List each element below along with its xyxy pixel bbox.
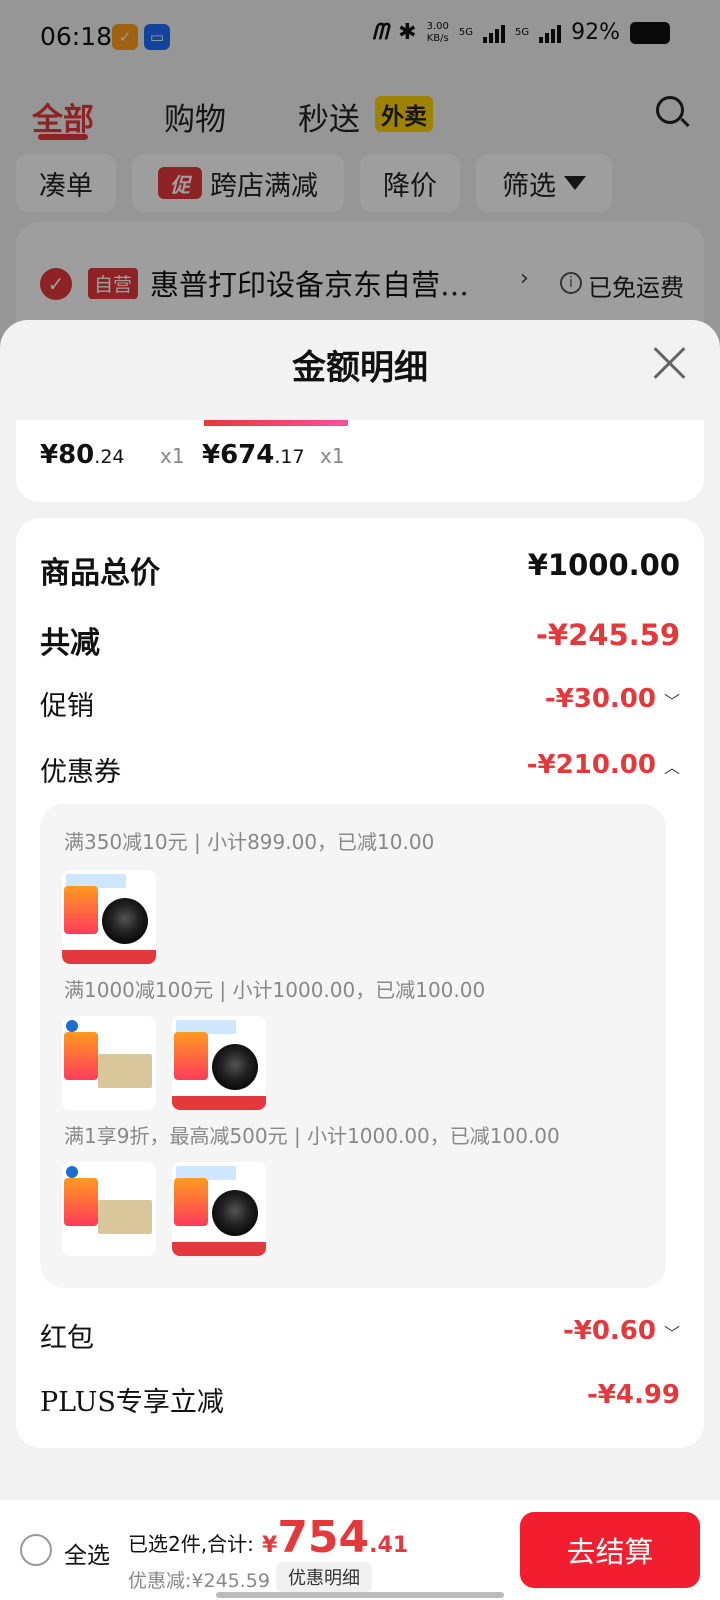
coupon-line: 满350减10元 | 小计899.00，已减10.00 <box>64 830 435 854</box>
promo-tag-icon <box>64 886 98 934</box>
promo-label: 促销 <box>40 691 94 722</box>
lens-image <box>212 1044 258 1090</box>
item-price: ¥80.24 <box>40 440 125 470</box>
item-price-int: ¥80 <box>40 440 95 470</box>
row-total: 商品总价 ¥1000.00 <box>40 548 680 592</box>
plus-label: PLUS专享立减 <box>40 1387 224 1418</box>
lens-image <box>212 1190 258 1236</box>
coupon-details-box: 满350减10元 | 小计899.00，已减10.00 满1000减100元 |… <box>40 804 666 1288</box>
product-thumbnail-lens <box>62 870 156 964</box>
coupon-label: 优惠券 <box>40 757 121 788</box>
chevron-down-icon[interactable]: ﹀ <box>664 688 680 712</box>
product-thumbnail-printer <box>62 1016 156 1110</box>
chevron-up-icon[interactable]: ︿ <box>664 754 680 778</box>
item-price-dec: .17 <box>274 446 305 468</box>
item-price: ¥674.17 <box>202 440 305 470</box>
hongbao-label: 红包 <box>40 1323 94 1354</box>
item-price-int: ¥674 <box>202 440 275 470</box>
product-thumbnail-printer <box>62 1162 156 1256</box>
home-indicator[interactable] <box>216 1592 504 1598</box>
thumb-banner <box>172 1242 266 1256</box>
row-hongbao[interactable]: 红包 -¥0.60 ﹀ <box>40 1316 680 1360</box>
hp-logo-icon <box>66 1020 78 1032</box>
promo-value: -¥30.00 <box>544 684 656 714</box>
item-price-dec: .24 <box>94 446 125 468</box>
item-qty: x1 <box>320 444 345 468</box>
item-promo-strip <box>204 420 348 426</box>
item-qty: x1 <box>160 444 185 468</box>
row-promo[interactable]: 促销 -¥30.00 ﹀ <box>40 684 680 728</box>
printer-box-image <box>98 1200 152 1234</box>
thumb-banner <box>62 950 156 964</box>
promo-tag-icon <box>64 1178 98 1226</box>
select-all-label[interactable]: 全选 <box>64 1536 110 1570</box>
promo-value-wrap: -¥30.00 ﹀ <box>545 684 680 714</box>
discount-detail-button[interactable]: 优惠明细 <box>276 1562 372 1592</box>
items-card: ¥80.24 x1 ¥674.17 x1 <box>16 420 704 502</box>
plus-value: -¥4.99 <box>586 1380 680 1410</box>
checkout-bar: 全选 已选2件,合计: ¥754.41 优惠减:¥245.59 优惠明细 去结算 <box>0 1500 720 1600</box>
row-plus: PLUS专享立减 -¥4.99 <box>40 1380 680 1424</box>
total-label: 商品总价 <box>40 556 160 591</box>
total-int: 754 <box>277 1512 370 1563</box>
row-coupon[interactable]: 优惠券 -¥210.00 ︿ <box>40 750 680 794</box>
total-yen: ¥ <box>262 1533 278 1558</box>
reduce-value: -¥245.59 <box>535 618 680 652</box>
close-icon[interactable] <box>652 344 688 380</box>
thumb-banner <box>172 1096 266 1110</box>
product-thumbnail-lens <box>172 1016 266 1110</box>
select-all-checkbox[interactable] <box>20 1534 52 1566</box>
hongbao-value-wrap: -¥0.60 ﹀ <box>563 1316 680 1346</box>
coupon-value: -¥210.00 <box>526 750 656 780</box>
checkout-button[interactable]: 去结算 <box>520 1512 700 1588</box>
discount-summary: 优惠减:¥245.59 <box>128 1570 270 1592</box>
printer-box-image <box>98 1054 152 1088</box>
coupon-line: 满1000减100元 | 小计1000.00，已减100.00 <box>64 978 486 1002</box>
promo-tag-icon <box>174 1032 208 1080</box>
amount-detail-card: 商品总价 ¥1000.00 共减 -¥245.59 促销 -¥30.00 ﹀ 优惠… <box>16 518 704 1448</box>
promo-tag-icon <box>174 1178 208 1226</box>
row-reduce: 共减 -¥245.59 <box>40 618 680 662</box>
coupon-value-wrap: -¥210.00 ︿ <box>527 750 680 780</box>
reduce-label: 共减 <box>40 626 100 661</box>
promo-tag-icon <box>64 1032 98 1080</box>
selected-summary: 已选2件,合计: <box>128 1532 254 1556</box>
total-value: ¥1000.00 <box>527 548 680 582</box>
background-page: 06:18 ✓ ▭ ᗰ ✱ 3.00 KB/s 5G 5G 92% 全部 购物 秒… <box>0 0 720 362</box>
product-thumbnail-lens <box>172 1162 266 1256</box>
amount-detail-sheet: 金额明细 ¥80.24 x1 ¥674.17 x1 商品总价 ¥1000.00 … <box>0 320 720 1600</box>
chevron-down-icon[interactable]: ﹀ <box>664 1320 680 1344</box>
hongbao-value: -¥0.60 <box>562 1316 656 1346</box>
hp-logo-icon <box>66 1166 78 1178</box>
lens-image <box>102 898 148 944</box>
overlay-scrim[interactable] <box>0 0 720 340</box>
total-dec: .41 <box>369 1533 409 1558</box>
sheet-title: 金额明细 <box>292 348 428 388</box>
total-amount: ¥754.41 <box>262 1512 408 1563</box>
coupon-line: 满1享9折，最高减500元 | 小计1000.00，已减100.00 <box>64 1124 560 1148</box>
